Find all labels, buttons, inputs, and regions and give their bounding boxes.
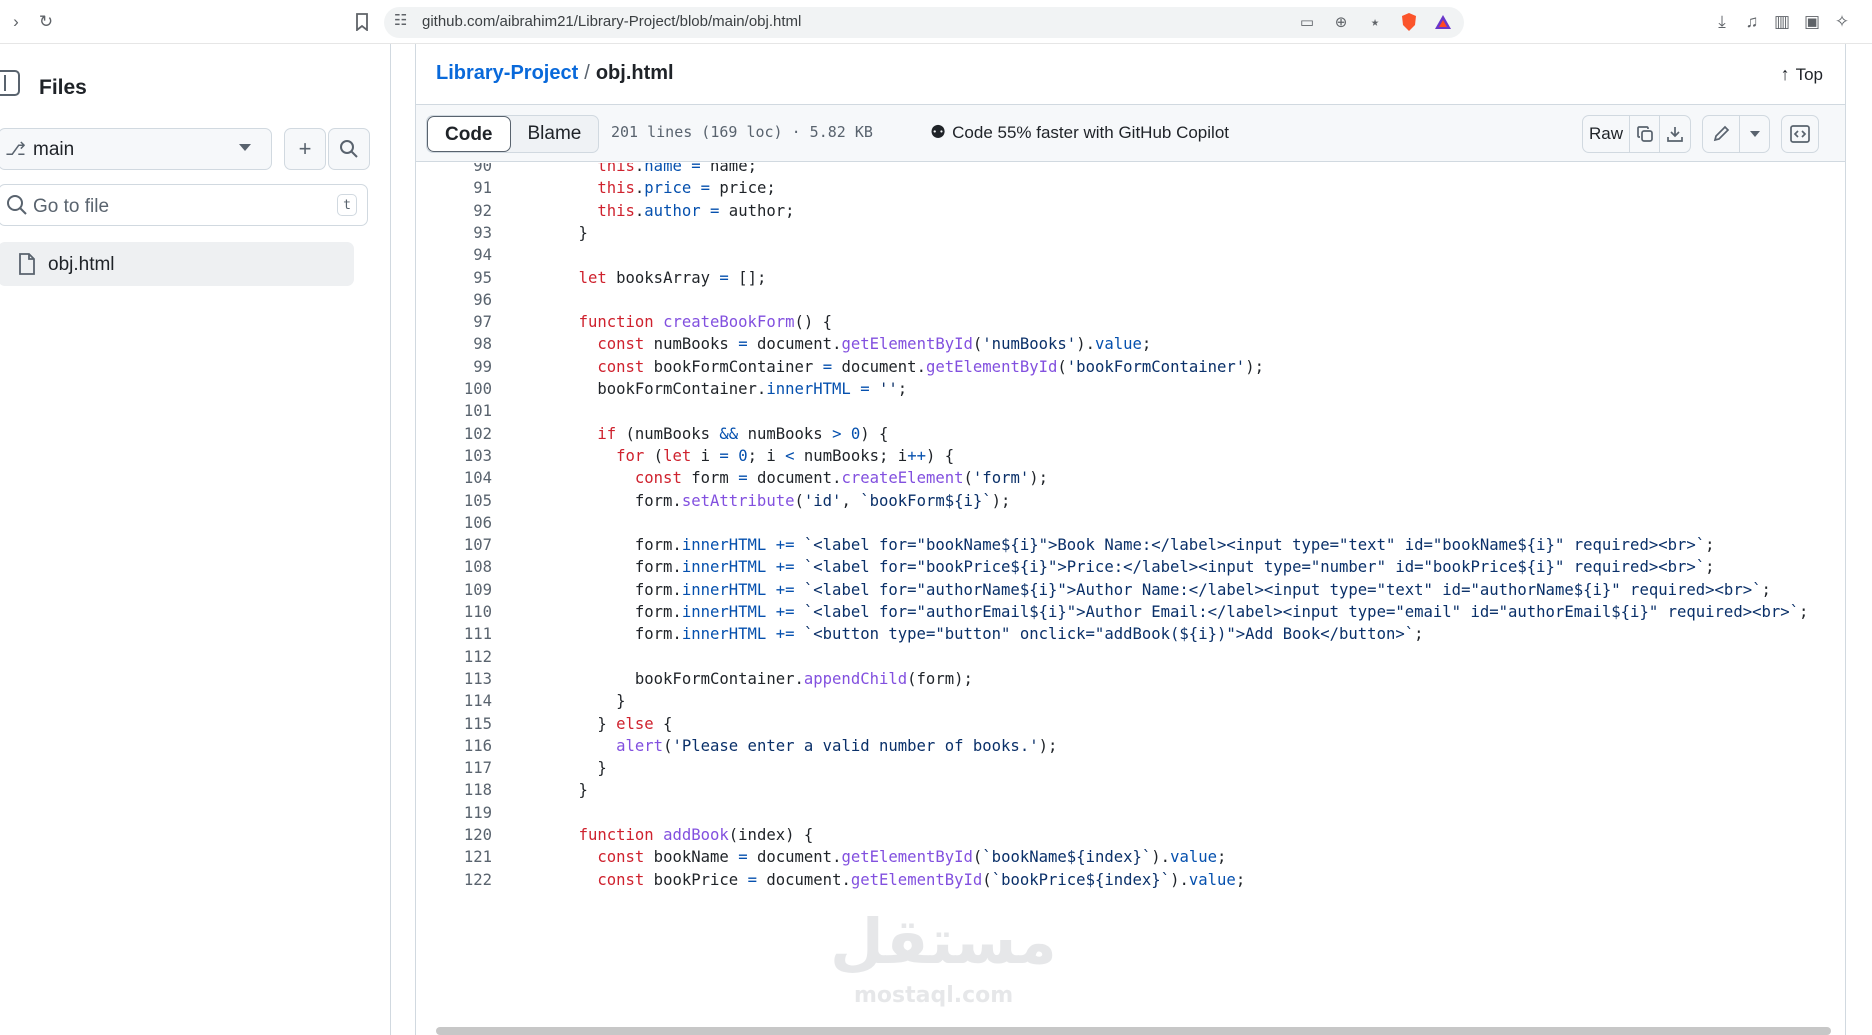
brave-rewards-icon[interactable] xyxy=(1432,11,1454,33)
leo-ai-icon[interactable]: ✧ xyxy=(1830,10,1854,34)
cast-icon[interactable]: ▭ xyxy=(1296,11,1318,33)
edit-options-button[interactable] xyxy=(1739,115,1770,153)
collapse-sidebar-icon[interactable] xyxy=(0,70,20,96)
view-mode-toggle: Code Blame xyxy=(426,115,600,153)
address-bar[interactable]: ☷ github.com/aibrahim21/Library-Project/… xyxy=(384,7,1464,38)
sidebar-title: Files xyxy=(39,76,87,99)
search-icon xyxy=(340,140,358,158)
wallet-icon[interactable]: ▣ xyxy=(1800,10,1824,34)
file-info: 201 lines (169 loc) · 5.82 KB xyxy=(611,123,873,141)
horizontal-scrollbar[interactable] xyxy=(436,1027,1831,1035)
file-toolbar: Code Blame 201 lines (169 loc) · 5.82 KB… xyxy=(416,104,1845,162)
code-line: 90 this.name = name; xyxy=(416,163,1845,180)
file-tree-item[interactable]: obj.html xyxy=(0,242,354,286)
code-square-icon xyxy=(1790,125,1810,143)
git-branch-icon: ⎇ xyxy=(5,139,26,159)
breadcrumb-repo-link[interactable]: Library-Project xyxy=(436,62,578,84)
zoom-icon[interactable]: ⊕ xyxy=(1330,11,1352,33)
chevron-down-icon xyxy=(1749,131,1760,137)
code-text: this.name = name; xyxy=(597,163,757,175)
download-icon xyxy=(1667,127,1683,142)
search-icon xyxy=(7,195,27,215)
arrow-up-icon: ↑ xyxy=(1780,64,1790,84)
bookmark-icon[interactable] xyxy=(350,10,374,34)
file-tree-item-label: obj.html xyxy=(48,254,115,275)
raw-button[interactable]: Raw xyxy=(1582,115,1630,153)
edit-button[interactable] xyxy=(1702,115,1740,153)
search-button[interactable] xyxy=(328,128,370,170)
site-settings-icon[interactable]: ☷ xyxy=(394,11,407,29)
plus-icon: + xyxy=(298,136,312,161)
media-icon[interactable]: ♫ xyxy=(1740,10,1764,34)
add-file-button[interactable]: + xyxy=(284,128,326,170)
branch-name: main xyxy=(33,139,75,160)
copy-icon xyxy=(1636,126,1653,142)
tab-code[interactable]: Code xyxy=(427,116,511,152)
copilot-label: Code 55% faster with GitHub Copilot xyxy=(952,123,1229,142)
brave-shield-icon[interactable] xyxy=(1398,11,1420,33)
forward-icon[interactable]: › xyxy=(4,10,28,34)
line-number[interactable]: 90 xyxy=(416,163,492,180)
top-label: Top xyxy=(1795,65,1823,84)
chevron-down-icon xyxy=(239,144,251,151)
sidebar-panel-icon[interactable]: ▥ xyxy=(1770,10,1794,34)
copilot-icon: ⚉ xyxy=(930,122,947,142)
downloads-icon[interactable]: ⤓ xyxy=(1710,10,1734,34)
pencil-icon xyxy=(1713,125,1730,142)
go-to-file-placeholder: Go to file xyxy=(33,196,110,217)
branch-selector[interactable]: ⎇ main xyxy=(0,128,272,170)
symbols-panel-button[interactable] xyxy=(1781,115,1819,153)
tab-blame[interactable]: Blame xyxy=(511,116,599,152)
top-button[interactable]: ↑ Top xyxy=(1781,64,1823,85)
share-icon[interactable]: ⭑ xyxy=(1364,11,1386,33)
code-view: Library-Project / obj.html ↑ Top Code Blame… xyxy=(415,44,1846,1035)
breadcrumb-file: obj.html xyxy=(595,62,674,84)
go-to-file-input[interactable]: Go to file t xyxy=(0,184,368,226)
reload-icon[interactable]: ↻ xyxy=(34,10,58,34)
keyboard-shortcut: t xyxy=(337,194,357,216)
copy-button[interactable] xyxy=(1629,115,1660,153)
browser-toolbar: › ↻ ☷ github.com/aibrahim21/Library-Proj… xyxy=(0,0,1872,44)
file-tree-sidebar: Files ⎇ main + Go to file t obj.html xyxy=(0,44,391,1035)
breadcrumb-separator: / xyxy=(584,62,590,84)
download-button[interactable] xyxy=(1659,115,1691,153)
breadcrumb: Library-Project / obj.html xyxy=(436,62,674,85)
file-icon xyxy=(19,253,35,275)
url-text[interactable]: github.com/aibrahim21/Library-Project/bl… xyxy=(422,13,801,30)
code-content[interactable]: 122 const bookPrice = document.getElemen… xyxy=(416,163,1845,1035)
copilot-promo[interactable]: ⚉ Code 55% faster with GitHub Copilot xyxy=(930,122,1229,143)
